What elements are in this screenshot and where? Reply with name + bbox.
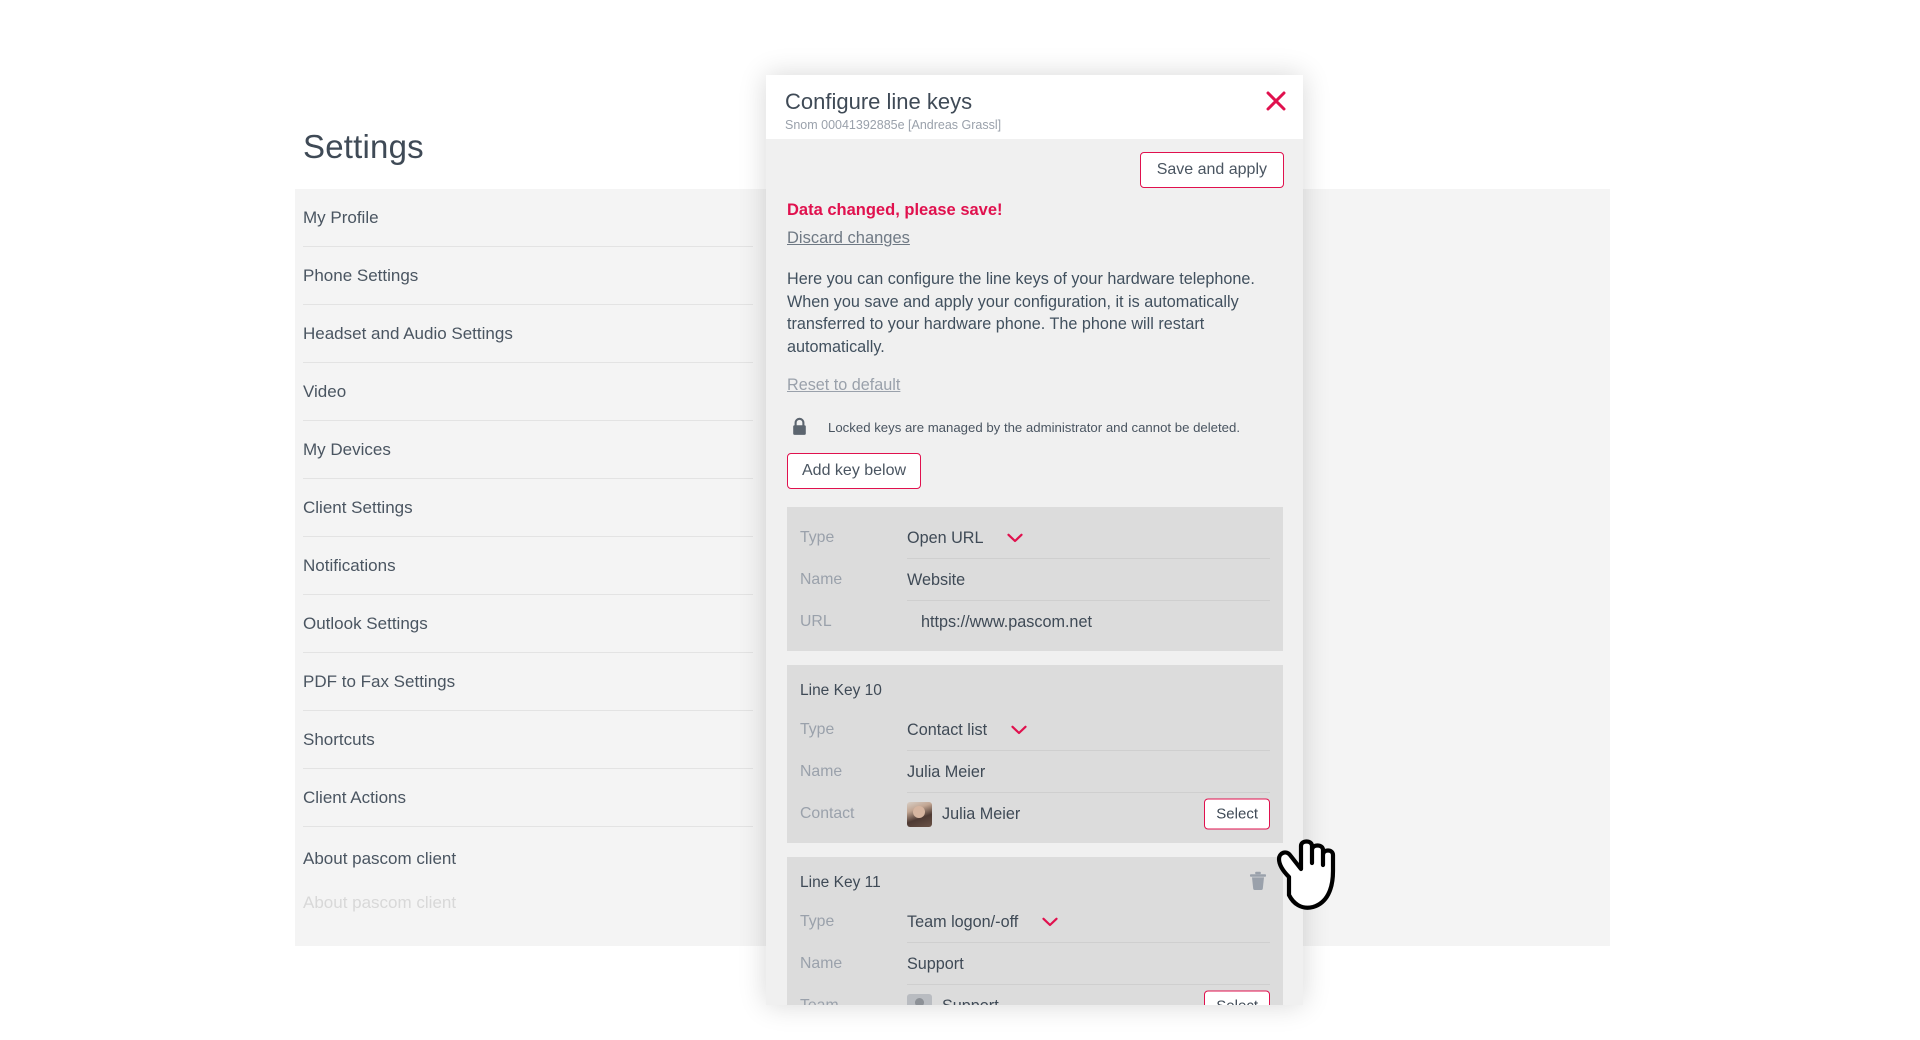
- data-changed-alert: Data changed, please save!: [787, 201, 1003, 219]
- sidebar-item-outlook-settings[interactable]: Outlook Settings: [303, 595, 753, 653]
- close-icon[interactable]: [1263, 88, 1289, 114]
- key-type-text: Contact list: [907, 720, 988, 739]
- lock-icon: [791, 417, 808, 437]
- settings-nav-list: My Profile Phone Settings Headset and Au…: [303, 189, 753, 918]
- page-title: Settings: [303, 128, 424, 165]
- key-type-text: Team logon/-off: [907, 912, 1019, 931]
- field-label-type: Type: [800, 913, 835, 930]
- reset-to-default-link[interactable]: Reset to default: [787, 376, 900, 395]
- dialog-body: Save and apply Data changed, please save…: [766, 139, 1303, 1005]
- locked-keys-text: Locked keys are managed by the administr…: [828, 419, 1241, 435]
- field-label-name: Name: [800, 571, 843, 588]
- select-team-button[interactable]: Select: [1204, 990, 1270, 1005]
- dialog-header-text: Configure line keys Snom 00041392885e [A…: [775, 89, 1283, 133]
- select-contact-button[interactable]: Select: [1204, 798, 1270, 830]
- add-key-row: Add key below: [766, 453, 1303, 489]
- key-contact-name: Julia Meier: [942, 804, 1021, 823]
- sidebar-item-label: Shortcuts: [303, 730, 375, 749]
- key-contact-row: Contact Julia Meier Select: [787, 793, 1283, 835]
- sidebar-item-pdf-to-fax-settings[interactable]: PDF to Fax Settings: [303, 653, 753, 711]
- key-type-value[interactable]: Open URL: [907, 528, 1024, 548]
- dialog-subtitle: Snom 00041392885e [Andreas Grassl]: [785, 118, 1002, 132]
- sidebar-item-truncated: About pascom client: [303, 888, 743, 918]
- field-label-type: Type: [800, 529, 835, 546]
- sidebar-item-my-devices[interactable]: My Devices: [303, 421, 753, 479]
- sidebar-item-label: Outlook Settings: [303, 614, 428, 633]
- sidebar-item-video[interactable]: Video: [303, 363, 753, 421]
- chevron-down-icon[interactable]: [1007, 533, 1024, 543]
- key-name-value[interactable]: Website: [907, 571, 965, 590]
- sidebar-item-label: My Devices: [303, 440, 391, 459]
- sidebar-item-client-settings[interactable]: Client Settings: [303, 479, 753, 537]
- sidebar-item-notifications[interactable]: Notifications: [303, 537, 753, 595]
- line-key-card: Line Key 10 Type Contact list Name Julia…: [787, 665, 1283, 843]
- line-key-title: Line Key 10: [800, 682, 882, 699]
- key-team-value: Support: [907, 993, 999, 1006]
- locked-keys-note: Locked keys are managed by the administr…: [787, 417, 1283, 437]
- key-contact-value: Julia Meier: [907, 801, 1021, 827]
- key-type-row: Type Open URL: [787, 517, 1283, 559]
- save-and-apply-button[interactable]: Save and apply: [1139, 152, 1284, 188]
- key-type-text: Open URL: [907, 528, 984, 547]
- key-url-row: URL https://www.pascom.net: [787, 601, 1283, 643]
- sidebar-item-label: Phone Settings: [303, 266, 419, 285]
- field-label-name: Name: [800, 763, 843, 780]
- field-label-type: Type: [800, 721, 835, 738]
- sidebar-item-about-pascom-client[interactable]: About pascom client: [303, 830, 743, 888]
- key-type-row: Type Contact list: [787, 709, 1283, 751]
- delete-icon[interactable]: [1249, 871, 1267, 891]
- avatar: [907, 801, 932, 827]
- field-label-name: Name: [800, 955, 843, 972]
- key-name-value[interactable]: Support: [907, 955, 964, 974]
- sidebar-item-phone-settings[interactable]: Phone Settings: [303, 247, 753, 305]
- sidebar-item-label: Headset and Audio Settings: [303, 324, 513, 343]
- chevron-down-icon[interactable]: [1011, 725, 1027, 735]
- dialog-header: Configure line keys Snom 00041392885e [A…: [766, 75, 1303, 139]
- line-key-card: Type Open URL Name Website URL https://w…: [787, 507, 1283, 651]
- key-team-name: Support: [942, 997, 999, 1006]
- key-name-row: Name Website: [787, 559, 1283, 601]
- field-label-url: URL: [800, 613, 832, 630]
- line-key-title: Line Key 11: [800, 874, 881, 891]
- sidebar-item-shortcuts[interactable]: Shortcuts: [303, 711, 753, 769]
- discard-changes-link[interactable]: Discard changes: [787, 229, 910, 248]
- add-key-below-button[interactable]: Add key below: [787, 453, 922, 489]
- key-type-value[interactable]: Contact list: [907, 721, 1027, 740]
- key-type-row: Type Team logon/-off: [787, 901, 1283, 943]
- sidebar-item-label: Client Actions: [303, 788, 406, 807]
- sidebar-item-client-actions[interactable]: Client Actions: [303, 769, 753, 827]
- key-name-row: Name Julia Meier: [787, 751, 1283, 793]
- dialog-description: Here you can configure the line keys of …: [787, 270, 1255, 356]
- screen: Settings My Profile Phone Settings Heads…: [0, 0, 1920, 1040]
- field-label-contact: Contact: [800, 805, 855, 822]
- key-team-row: Team Support Select: [787, 985, 1283, 1005]
- field-label-team: Team: [800, 997, 907, 1005]
- key-url-value[interactable]: https://www.pascom.net: [907, 613, 1092, 632]
- chevron-down-icon[interactable]: [1042, 917, 1058, 927]
- notice-block: Data changed, please save! Discard chang…: [766, 199, 1303, 437]
- sidebar-item-label: Notifications: [303, 556, 396, 575]
- configure-line-keys-dialog: Configure line keys Snom 00041392885e [A…: [766, 75, 1303, 1005]
- dialog-title: Configure line keys: [785, 89, 973, 114]
- avatar: [907, 993, 932, 1005]
- line-key-card: Line Key 11 Type Team logon/-off Name Su…: [787, 857, 1283, 1005]
- sidebar-item-headset-and-audio-settings[interactable]: Headset and Audio Settings: [303, 305, 753, 363]
- key-name-row: Name Support: [787, 943, 1283, 985]
- sidebar-item-label: Client Settings: [303, 498, 413, 517]
- sidebar-item-label: My Profile: [303, 208, 379, 227]
- save-row: Save and apply: [766, 139, 1303, 199]
- sidebar-item-label: PDF to Fax Settings: [303, 672, 456, 691]
- sidebar-item-label: Video: [303, 382, 347, 401]
- sidebar-item-label: About pascom client: [303, 849, 457, 868]
- key-name-value[interactable]: Julia Meier: [907, 763, 985, 782]
- key-type-value[interactable]: Team logon/-off: [907, 913, 1058, 932]
- sidebar-item-label: About pascom client: [303, 893, 457, 912]
- sidebar-item-my-profile[interactable]: My Profile: [303, 189, 753, 247]
